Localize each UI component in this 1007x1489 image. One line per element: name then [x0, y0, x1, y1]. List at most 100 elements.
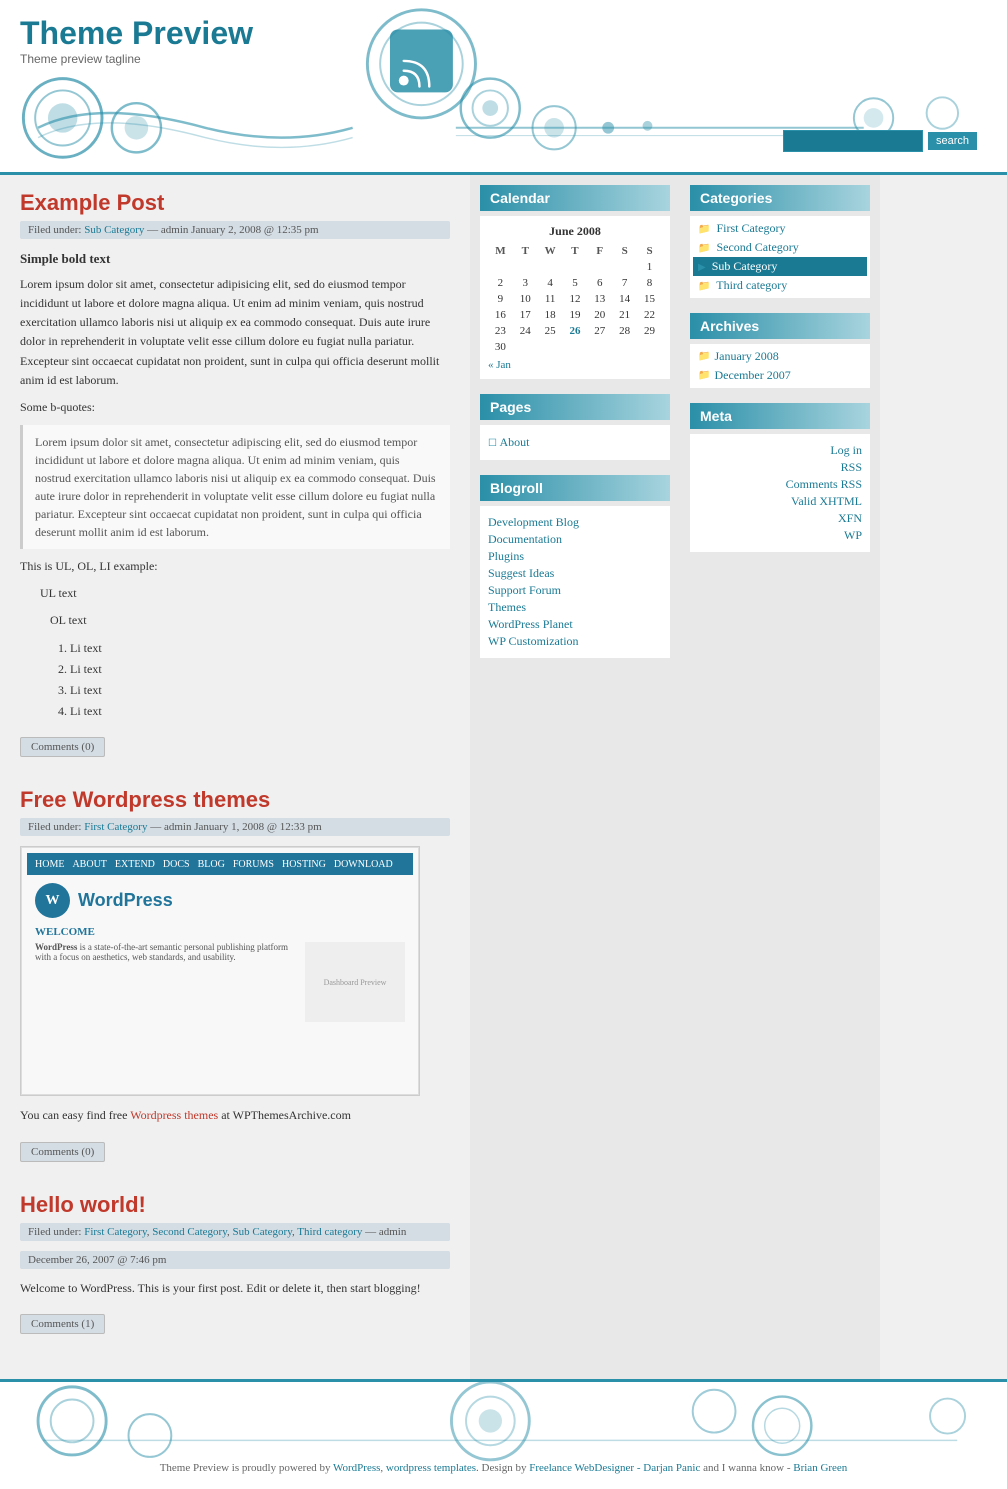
- categories-list: 📁 First Category 📁 Second Category ▶ Sub…: [693, 219, 867, 295]
- site-header: Theme Preview Theme preview tagline sear…: [0, 0, 1007, 175]
- list-item: Suggest Ideas: [488, 565, 662, 582]
- categories-widget-title: Categories: [690, 185, 870, 211]
- list-item: Plugins: [488, 548, 662, 565]
- comments-link-hello[interactable]: Comments (1): [20, 1314, 105, 1334]
- wp-wordmark: WordPress: [78, 890, 173, 911]
- cal-cell: 24: [513, 323, 538, 339]
- categories-content: 📁 First Category 📁 Second Category ▶ Sub…: [690, 216, 870, 298]
- search-input[interactable]: [783, 130, 923, 152]
- blogroll-link-1[interactable]: Documentation: [488, 532, 562, 546]
- blogroll-link-3[interactable]: Suggest Ideas: [488, 566, 554, 580]
- cal-cell: 28: [612, 323, 637, 339]
- cal-row-2: 2 3 4 5 6 7 8: [488, 275, 662, 291]
- post-content-heading: Simple bold text: [20, 249, 450, 270]
- cal-th-s2: S: [637, 243, 662, 259]
- wp-nav-blog: BLOG: [198, 859, 225, 870]
- calendar-month: June 2008: [488, 224, 662, 239]
- cal-th-t1: T: [513, 243, 538, 259]
- cal-cell: 4: [538, 275, 563, 291]
- footer-brian-link[interactable]: Brian Green: [793, 1462, 847, 1474]
- post-title-link-example[interactable]: Example Post: [20, 190, 164, 215]
- cat-link-second[interactable]: Second Category: [152, 1226, 227, 1238]
- cat-link-third[interactable]: Third category: [297, 1226, 362, 1238]
- blogroll-link-4[interactable]: Support Forum: [488, 583, 561, 597]
- cat-link-sub[interactable]: Sub Category: [233, 1226, 292, 1238]
- cal-cell: 14: [612, 291, 637, 307]
- post-title-link-hello[interactable]: Hello world!: [20, 1192, 146, 1217]
- archive-link-dec2007[interactable]: 📁 December 2007: [698, 368, 862, 383]
- cal-cell: 29: [637, 323, 662, 339]
- cal-cell: 8: [637, 275, 662, 291]
- list-item: About: [488, 433, 662, 452]
- cat-link-third[interactable]: Third category: [716, 278, 787, 292]
- cal-cell: [513, 259, 538, 275]
- list-item: Log in: [698, 442, 862, 459]
- cal-cell: 3: [513, 275, 538, 291]
- site-title: Theme Preview: [20, 15, 987, 52]
- footer-designer-link[interactable]: Freelance WebDesigner - Darjan Panic: [529, 1462, 700, 1474]
- cal-cell: [587, 259, 612, 275]
- wp-screenshot: HOME ABOUT EXTEND DOCS BLOG FORUMS HOSTI…: [20, 846, 420, 1096]
- wp-screenshot-sidebar: Dashboard Preview: [305, 942, 405, 1022]
- blogroll-link-6[interactable]: WordPress Planet: [488, 617, 573, 631]
- post-category-link-wp[interactable]: First Category: [84, 821, 147, 833]
- cal-cell: 30: [488, 339, 513, 355]
- meta-wp[interactable]: WP: [844, 528, 862, 542]
- post-meta-example: Filed under: Sub Category — admin Januar…: [20, 221, 450, 239]
- blogroll-link-0[interactable]: Development Blog: [488, 515, 579, 529]
- meta-xfn[interactable]: XFN: [838, 511, 862, 525]
- wp-themes-link[interactable]: Wordpress themes: [130, 1108, 218, 1122]
- bquote-label: Some b-quotes:: [20, 398, 450, 417]
- post-category-link[interactable]: Sub Category: [84, 224, 144, 236]
- search-button[interactable]: search: [928, 132, 977, 150]
- meta-login[interactable]: Log in: [830, 443, 862, 457]
- post-title-link-wp-themes[interactable]: Free Wordpress themes: [20, 787, 270, 812]
- list-item: XFN: [698, 510, 862, 527]
- cal-cell: 20: [587, 307, 612, 323]
- footer-templates-link[interactable]: wordpress templates: [386, 1462, 476, 1474]
- cat-link-first[interactable]: First Category: [716, 221, 785, 235]
- meta-content: Log in RSS Comments RSS Valid XHTML XFN …: [690, 434, 870, 552]
- wp-nav-forums: FORUMS: [233, 859, 274, 870]
- post-content-wp: You can easy find free Wordpress themes …: [20, 1106, 450, 1125]
- meta-rss[interactable]: RSS: [841, 460, 862, 474]
- cal-cell: [587, 339, 612, 355]
- blogroll-link-7[interactable]: WP Customization: [488, 634, 579, 648]
- list-item: Documentation: [488, 531, 662, 548]
- main-content: Example Post Filed under: Sub Category —…: [0, 175, 470, 1379]
- post-content-example: Simple bold text Lorem ipsum dolor sit a…: [20, 249, 450, 721]
- cal-cell: [612, 339, 637, 355]
- post-example: Example Post Filed under: Sub Category —…: [20, 190, 450, 757]
- list-item: 📁 December 2007: [693, 366, 867, 385]
- list-item: WP: [698, 527, 862, 544]
- cal-link-26[interactable]: 26: [569, 325, 580, 337]
- meta-valid-xhtml[interactable]: Valid XHTML: [791, 494, 862, 508]
- archive-link-jan2008[interactable]: 📁 January 2008: [698, 349, 862, 364]
- cal-cell: 10: [513, 291, 538, 307]
- footer-wp-link[interactable]: WordPress: [333, 1462, 380, 1474]
- categories-widget: Categories 📁 First Category 📁 Second Cat…: [690, 185, 870, 298]
- list-item: 📁 First Category: [693, 219, 867, 238]
- cat-link-second[interactable]: Second Category: [716, 240, 798, 254]
- cat-link-sub[interactable]: Sub Category: [712, 259, 778, 273]
- blogroll-link-5[interactable]: Themes: [488, 600, 526, 614]
- wp-nav-hosting: HOSTING: [282, 859, 326, 870]
- ul-title: UL text: [40, 584, 450, 603]
- cal-cell: 9: [488, 291, 513, 307]
- page-link-about[interactable]: About: [499, 435, 529, 449]
- pages-list: About: [488, 433, 662, 452]
- comments-link-wp[interactable]: Comments (0): [20, 1142, 105, 1162]
- cal-cell: 15: [637, 291, 662, 307]
- list-item: Li text: [70, 702, 450, 721]
- cal-cell: 23: [488, 323, 513, 339]
- cal-cell: [612, 259, 637, 275]
- post-hello-world: Hello world! Filed under: First Category…: [20, 1192, 450, 1334]
- archive-icon: 📁: [698, 370, 710, 381]
- meta-comments-rss[interactable]: Comments RSS: [786, 477, 862, 491]
- cat-link-first[interactable]: First Category: [84, 1226, 147, 1238]
- blogroll-link-2[interactable]: Plugins: [488, 549, 524, 563]
- comments-link-example[interactable]: Comments (0): [20, 737, 105, 757]
- cal-cell: 5: [563, 275, 588, 291]
- meta-list: Log in RSS Comments RSS Valid XHTML XFN …: [698, 442, 862, 544]
- cal-prev-link[interactable]: « Jan: [488, 359, 511, 371]
